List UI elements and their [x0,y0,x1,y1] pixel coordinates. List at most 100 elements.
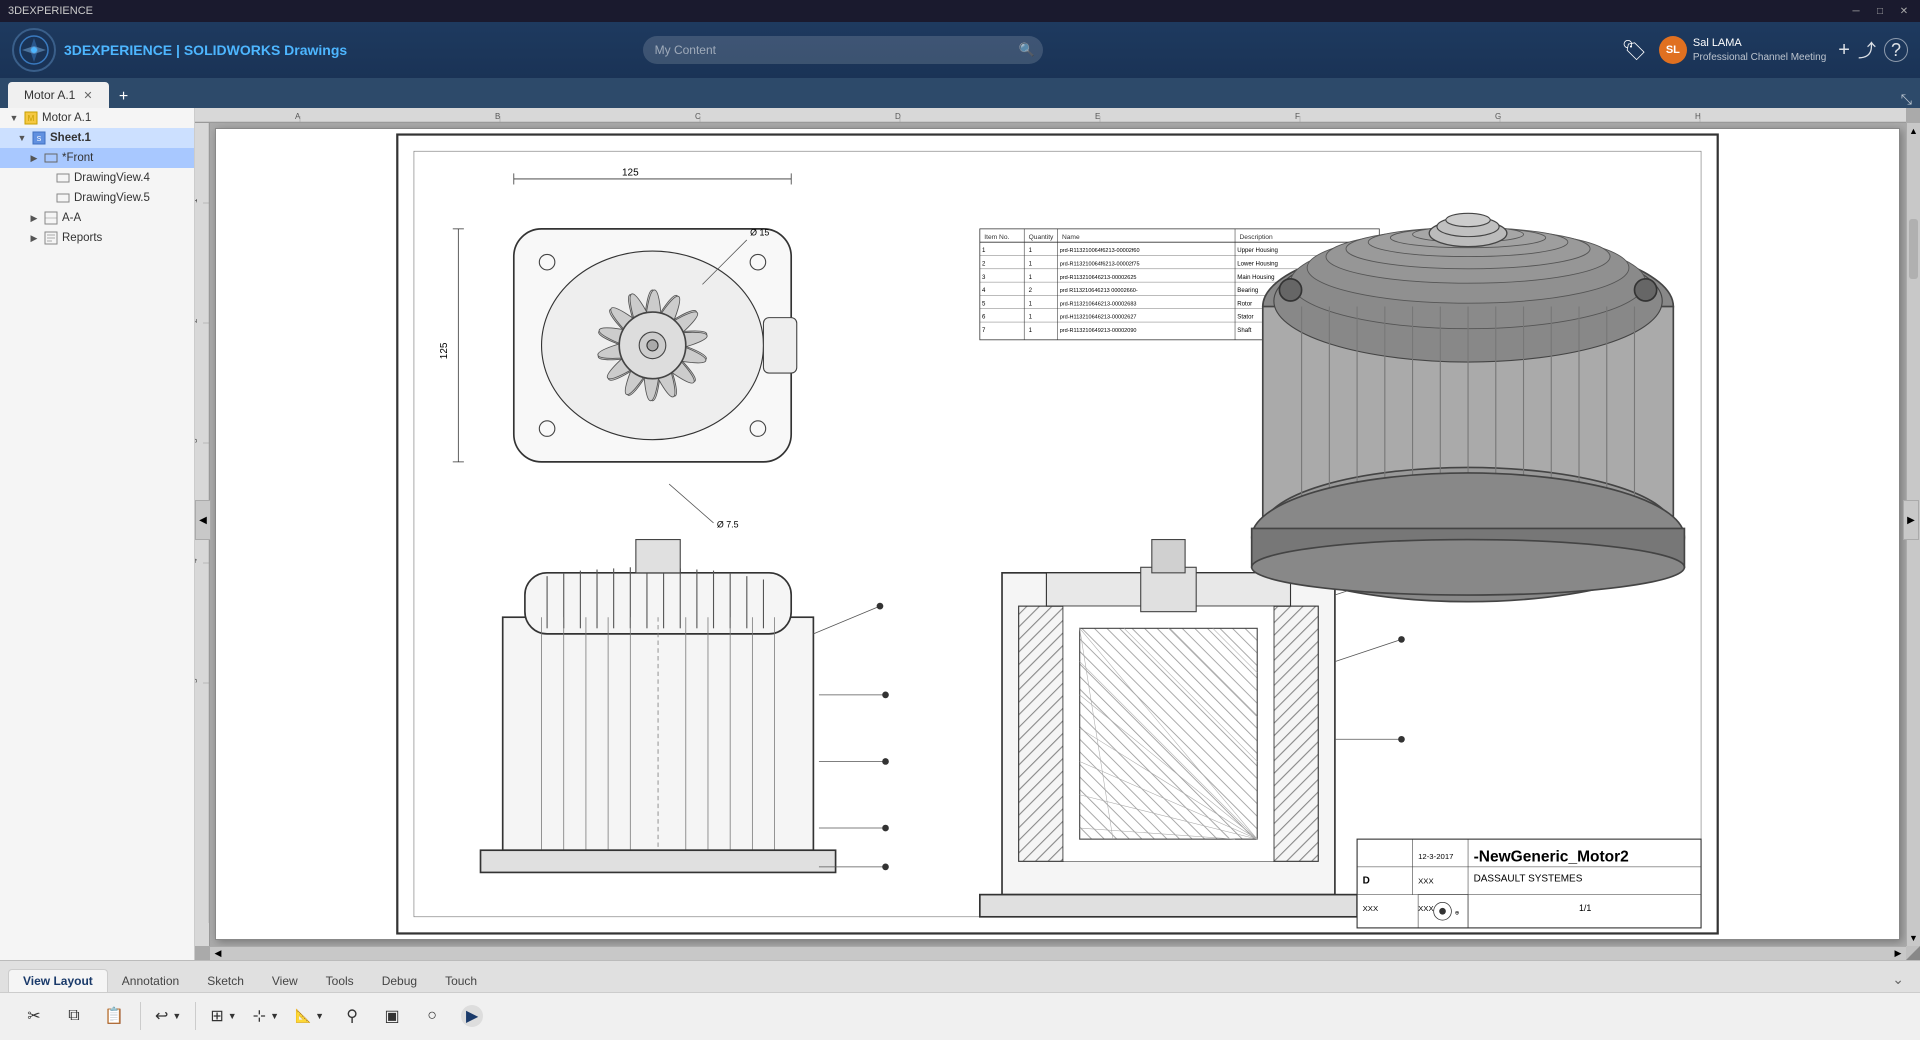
tab-view[interactable]: View [258,970,312,992]
tree-item-motor[interactable]: ▼ M Motor A.1 [0,108,194,128]
close-button[interactable]: ✕ [1896,3,1912,19]
horizontal-scrollbar[interactable]: ◀ ▶ [210,946,1906,960]
share-button[interactable]: ⤴ [1858,37,1876,63]
view-tool-5[interactable]: ▣ [374,998,410,1034]
svg-text:1: 1 [982,247,986,254]
svg-text:prd-R113210646213-00002625: prd-R113210646213-00002625 [1060,275,1137,281]
svg-text:XXX: XXX [1418,904,1434,913]
search-bar: 🔍 [643,36,1043,64]
view-tool-1[interactable]: ⊞ ▼ [204,998,242,1034]
tab-view-layout[interactable]: View Layout [8,969,108,992]
cut-tool-button[interactable]: ✂ [16,998,52,1034]
view-tool-3[interactable]: 📐 ▼ [289,998,330,1034]
view-dropdown-3[interactable]: ▼ [315,1011,324,1021]
svg-text:2: 2 [1029,287,1033,294]
svg-text:⊕: ⊕ [1455,911,1460,917]
svg-text:prd-R113210646213-00002683: prd-R113210646213-00002683 [1060,301,1137,307]
view-tool-6[interactable]: ○ [414,998,450,1034]
svg-text:prd-R113210064f6213-00002f75: prd-R113210064f6213-00002f75 [1060,261,1140,267]
svg-text:F: F [1295,112,1300,121]
tab-touch[interactable]: Touch [431,970,491,992]
left-collapse-button[interactable]: ◀ [195,500,211,540]
tree-item-drawingview5[interactable]: DrawingView.5 [0,188,194,208]
user-details: Sal LAMA Professional Channel Meeting [1693,36,1826,63]
help-button[interactable]: ? [1884,38,1908,62]
svg-text:-NewGeneric_Motor2: -NewGeneric_Motor2 [1474,848,1630,865]
svg-text:1: 1 [1029,274,1033,281]
front-expand-icon: ▶ [28,152,40,164]
view-icon-3: 📐 [295,1008,311,1024]
right-collapse-button[interactable]: ▶ [1903,500,1919,540]
tab-tools-label: Tools [326,974,354,988]
view-dropdown-2[interactable]: ▼ [270,1011,279,1021]
motor-icon: M [23,110,39,126]
svg-text:Ø 7.5: Ø 7.5 [717,519,739,529]
tab-bar: Motor A.1 ✕ + ⤡ [0,78,1920,108]
tree-item-sheet[interactable]: ▼ S Sheet.1 [0,128,194,148]
tree-item-aa[interactable]: ▶ A-A [0,208,194,228]
tab-label: Motor A.1 [24,88,75,102]
view-dropdown-1[interactable]: ▼ [228,1011,237,1021]
tab-expand-button[interactable]: ⤡ [1901,91,1912,108]
minimize-button[interactable]: ─ [1848,3,1864,19]
title-bar-right: ─ □ ✕ [1848,3,1912,19]
scroll-thumb-v[interactable] [1909,219,1918,279]
new-tab-button[interactable]: + [113,86,135,108]
play-button[interactable]: ▶ [454,998,490,1034]
tab-view-label: View [272,974,298,988]
maximize-button[interactable]: □ [1872,3,1888,19]
svg-text:XXX: XXX [1418,877,1434,886]
tree-item-reports[interactable]: ▶ Reports [0,228,194,248]
svg-text:Stator: Stator [1237,314,1253,321]
tab-debug[interactable]: Debug [368,970,431,992]
bookmark-icon[interactable]: 🏷 [1621,38,1646,63]
search-input[interactable] [643,36,1043,64]
tree-item-front[interactable]: ▶ *Front [0,148,194,168]
svg-text:2: 2 [982,260,986,267]
undo-button[interactable]: ↩ ▼ [149,998,187,1034]
dv5-icon [55,190,71,206]
tab-annotation[interactable]: Annotation [108,970,193,992]
scroll-left-button[interactable]: ◀ [210,947,226,960]
svg-text:DASSAULT SYSTEMES: DASSAULT SYSTEMES [1474,873,1583,884]
tab-tools[interactable]: Tools [312,970,368,992]
add-button[interactable]: + [1838,39,1850,62]
svg-text:Shaft: Shaft [1237,327,1252,334]
svg-text:1: 1 [1029,260,1033,267]
tab-sketch-label: Sketch [207,974,244,988]
svg-text:Lower Housing: Lower Housing [1237,260,1278,267]
tree-item-drawingview4[interactable]: DrawingView.4 [0,168,194,188]
scroll-right-button[interactable]: ▶ [1890,947,1906,960]
reports-expand-icon: ▶ [28,232,40,244]
title-bar-left: 3DEXPERIENCE [8,5,93,17]
svg-text:5: 5 [195,678,199,683]
undo-dropdown-arrow[interactable]: ▼ [172,1011,181,1021]
search-icon[interactable]: 🔍 [1018,42,1034,58]
scroll-down-button[interactable]: ▼ [1907,930,1920,946]
compass-logo[interactable] [12,28,56,72]
tab-close-icon[interactable]: ✕ [83,89,92,102]
view-tool-4[interactable]: ⚲ [334,998,370,1034]
tab-sketch[interactable]: Sketch [193,970,258,992]
view-icon-1: ⊞ [210,1006,223,1026]
svg-text:5: 5 [982,300,986,307]
header-actions: 🏷 SL Sal LAMA Professional Channel Meeti… [1621,36,1908,64]
aa-label: A-A [62,212,81,224]
copy-tool-button[interactable]: ⧉ [56,998,92,1034]
scissors-icon: ✂ [27,1006,40,1026]
scroll-up-button[interactable]: ▲ [1907,123,1920,139]
drawing-sheet: Item No. Quantity Name Description 1 1 p… [215,128,1900,940]
separator-2 [195,1002,196,1030]
tabs-more-button[interactable]: ⌄ [1884,967,1912,992]
paste-tool-button[interactable]: 📋 [96,998,132,1034]
tools-row: ✂ ⧉ 📋 ↩ ▼ ⊞ ▼ ⊹ ▼ 📐 ▼ ⚲ [0,993,1920,1040]
svg-text:D: D [1363,876,1370,887]
view-tool-2[interactable]: ⊹ ▼ [247,998,285,1034]
svg-text:4: 4 [982,287,986,294]
active-tab[interactable]: Motor A.1 ✕ [8,82,109,108]
app-title-prefix: 3DEXPERIENCE | [64,42,184,58]
reports-label: Reports [62,232,102,244]
sidebar: ▼ M Motor A.1 ▼ S Sheet.1 ▶ *Front [0,108,195,960]
svg-text:Main Housing: Main Housing [1237,274,1274,281]
aa-icon [43,210,59,226]
